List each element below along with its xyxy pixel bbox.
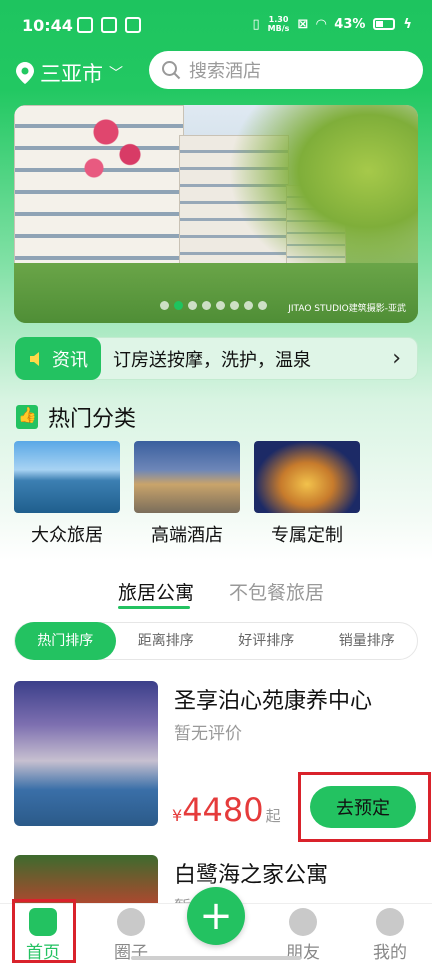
highlight-box [12, 899, 76, 963]
tab-apartments[interactable]: 旅居公寓 [118, 578, 194, 605]
friends-icon [289, 908, 317, 936]
speaker-icon [30, 351, 39, 366]
gesture-bar [131, 956, 301, 960]
status-indicators: ▯ 1.30 MB/s ⊠ ◠ 43% ϟ [252, 15, 412, 33]
nav-circle[interactable]: 圈子 [101, 908, 161, 963]
vibrate-icon: ▯ [252, 16, 260, 32]
category-item[interactable]: 高端酒店 [134, 441, 240, 547]
thumbs-up-icon [16, 405, 38, 429]
nav-label: 我的 [373, 943, 407, 963]
city-name: 三亚市 [40, 62, 103, 86]
chevron-right-icon[interactable]: › [392, 346, 401, 371]
banner-lawn [14, 263, 418, 323]
wifi-icon: ◠ [316, 16, 327, 32]
location-pin-icon [16, 62, 34, 84]
charging-icon: ϟ [403, 16, 412, 32]
notification-icon [125, 17, 141, 33]
carousel-indicator [160, 301, 267, 310]
net-speed-value: 1.30 [268, 15, 289, 24]
banner-carousel[interactable]: JITAO STUDIO建筑摄影-亚武 [14, 105, 418, 323]
tab-underline [118, 606, 190, 609]
search-placeholder: 搜索酒店 [189, 61, 261, 82]
hotel-photo [14, 681, 158, 826]
tab-no-meal[interactable]: 不包餐旅居 [229, 578, 324, 605]
price-currency: ¥ [172, 806, 183, 825]
banner-palm [228, 105, 418, 285]
sort-bar: 热门排序 距离排序 好评排序 销量排序 [14, 622, 418, 660]
status-time: 10:44 [22, 16, 73, 35]
battery-icon [373, 18, 396, 30]
highlight-box [298, 772, 431, 842]
nav-friends[interactable]: 朋友 [273, 908, 333, 963]
banner-watermark: JITAO STUDIO建筑摄影-亚武 [288, 304, 406, 314]
search-icon [162, 61, 181, 80]
battery-percent: 43% [334, 16, 366, 32]
nav-label: 朋友 [286, 943, 320, 963]
section-title-text: 热门分类 [48, 407, 137, 432]
status-bar: 10:44 ▯ 1.30 MB/s ⊠ ◠ 43% ϟ [0, 0, 432, 50]
profile-icon [376, 908, 404, 936]
sort-rating[interactable]: 好评排序 [216, 622, 317, 660]
net-speed-unit: MB/s [267, 24, 290, 33]
network-speed: 1.30 MB/s [268, 15, 290, 33]
carousel-dot[interactable] [258, 301, 267, 310]
sort-sales[interactable]: 销量排序 [317, 622, 418, 660]
add-button[interactable]: + [187, 887, 245, 945]
city-selector[interactable]: 三亚市 ﹀ [16, 58, 123, 88]
category-item[interactable]: 专属定制 [254, 441, 360, 547]
category-label: 专属定制 [271, 525, 343, 546]
category-image [254, 441, 360, 513]
notification-icon [101, 17, 117, 33]
news-tag: 资讯 [15, 337, 101, 380]
nav-label: 圈子 [114, 943, 148, 963]
banner-flowers [74, 105, 154, 195]
nav-profile[interactable]: 我的 [360, 908, 420, 963]
notification-icon [77, 17, 93, 33]
carousel-dot[interactable] [202, 301, 211, 310]
category-image [134, 441, 240, 513]
hotel-price: ¥ 4480 起 [172, 791, 281, 829]
hotel-rating: 暂无评价 [174, 724, 242, 744]
listing-tabs: 旅居公寓 不包餐旅居 [0, 574, 432, 612]
news-text: 订房送按摩，洗护，温泉 [113, 349, 311, 371]
category-label: 大众旅居 [31, 525, 103, 546]
carousel-dot[interactable] [174, 301, 183, 310]
category-item[interactable]: 大众旅居 [14, 441, 120, 547]
carousel-dot[interactable] [216, 301, 225, 310]
carousel-dot[interactable] [160, 301, 169, 310]
category-image [14, 441, 120, 513]
planet-icon [117, 908, 145, 936]
carousel-dot[interactable] [188, 301, 197, 310]
price-value: 4480 [182, 791, 264, 829]
carousel-dot[interactable] [230, 301, 239, 310]
sort-distance[interactable]: 距离排序 [116, 622, 217, 660]
search-input[interactable]: 搜索酒店 [149, 51, 423, 89]
news-tag-label: 资讯 [52, 349, 88, 371]
hotel-name: 圣享泊心苑康养中心 [174, 689, 373, 714]
hotel-name: 白鹭海之家公寓 [174, 863, 329, 888]
carousel-dot[interactable] [244, 301, 253, 310]
price-suffix: 起 [265, 807, 281, 825]
section-title: 热门分类 [16, 401, 136, 433]
sort-popular[interactable]: 热门排序 [15, 622, 116, 660]
chevron-down-icon: ﹀ [109, 66, 123, 82]
category-label: 高端酒店 [151, 525, 223, 546]
sim-icon: ⊠ [297, 16, 309, 32]
news-bar[interactable]: 资讯 订房送按摩，洗护，温泉 › [14, 337, 418, 380]
